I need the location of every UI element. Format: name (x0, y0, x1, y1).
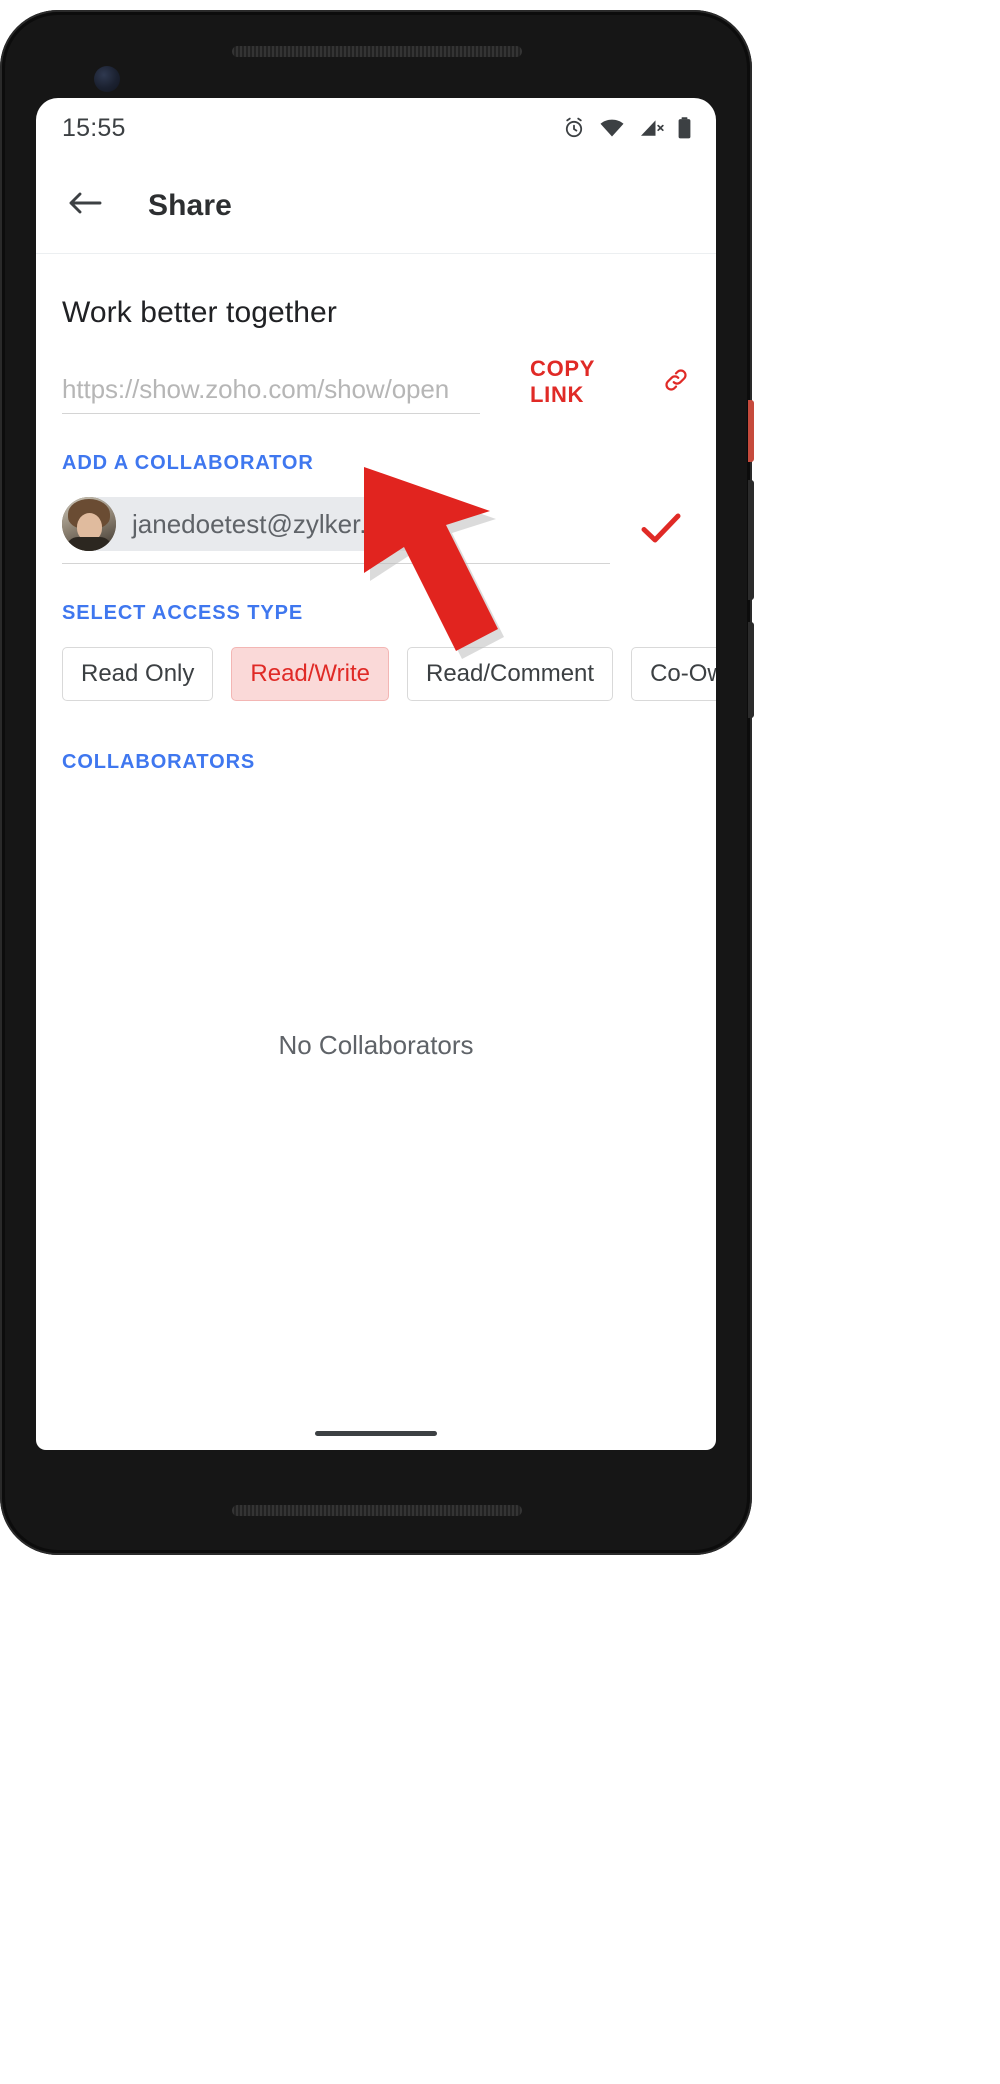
copy-link-button[interactable]: COPY LINK (530, 356, 690, 414)
back-arrow-icon (67, 188, 103, 223)
collaborator-email-text: janedoetest@zylker.com (132, 508, 416, 539)
alarm-icon (562, 116, 586, 140)
share-link-row: https://show.zoho.com/show/open COPY LIN… (62, 356, 690, 414)
cellular-signal-off-icon (638, 116, 664, 140)
access-type-read-only[interactable]: Read Only (62, 647, 214, 701)
collaborator-input-caret: , (441, 508, 449, 539)
copy-link-label: COPY LINK (530, 356, 595, 407)
volume-up-button[interactable] (748, 480, 754, 600)
access-type-read-comment[interactable]: Read/Comment (407, 647, 614, 701)
select-access-type-label: SELECT ACCESS TYPE (62, 602, 304, 624)
link-icon (662, 366, 690, 399)
page-title: Share (148, 188, 232, 222)
access-type-co-owner[interactable]: Co-Owner (631, 647, 716, 701)
check-icon (640, 511, 682, 550)
battery-icon (677, 116, 692, 140)
collaborator-email-chip[interactable]: janedoetest@zylker.com (62, 497, 438, 551)
bottom-speaker (232, 1505, 522, 1516)
avatar (62, 497, 116, 551)
collaborator-input-row: janedoetest@zylker.com , (62, 497, 690, 564)
collaborator-input[interactable]: janedoetest@zylker.com , (62, 497, 610, 564)
gesture-navigation-bar[interactable] (315, 1431, 437, 1436)
share-panel: Work better together https://show.zoho.c… (36, 296, 716, 1061)
status-bar-icons (562, 116, 692, 140)
power-button[interactable] (748, 400, 754, 462)
screenshot-root: 15:55 Share Work better together https:/… (0, 0, 1000, 2084)
status-bar-clock: 15:55 (62, 113, 126, 142)
app-bar: Share (36, 158, 716, 254)
add-collaborator-label: ADD A COLLABORATOR (62, 452, 314, 474)
headline: Work better together (62, 296, 337, 329)
status-bar: 15:55 (36, 98, 716, 158)
access-type-read-write[interactable]: Read/Write (231, 647, 389, 701)
phone-screen: 15:55 Share Work better together https:/… (36, 98, 716, 1450)
earpiece-speaker (232, 46, 522, 57)
collaborators-empty-message: No Collaborators (278, 1030, 474, 1060)
wifi-icon (599, 116, 625, 140)
access-type-options: Read Only Read/Write Read/Comment Co-Own… (62, 647, 716, 701)
share-link-field[interactable]: https://show.zoho.com/show/open (62, 374, 480, 414)
collaborators-label: COLLABORATORS (62, 751, 256, 773)
share-link-text: https://show.zoho.com/show/open (62, 374, 450, 404)
volume-down-button[interactable] (748, 622, 754, 718)
confirm-collaborator-button[interactable] (640, 511, 682, 550)
back-button[interactable] (62, 183, 108, 229)
front-camera (94, 66, 120, 92)
